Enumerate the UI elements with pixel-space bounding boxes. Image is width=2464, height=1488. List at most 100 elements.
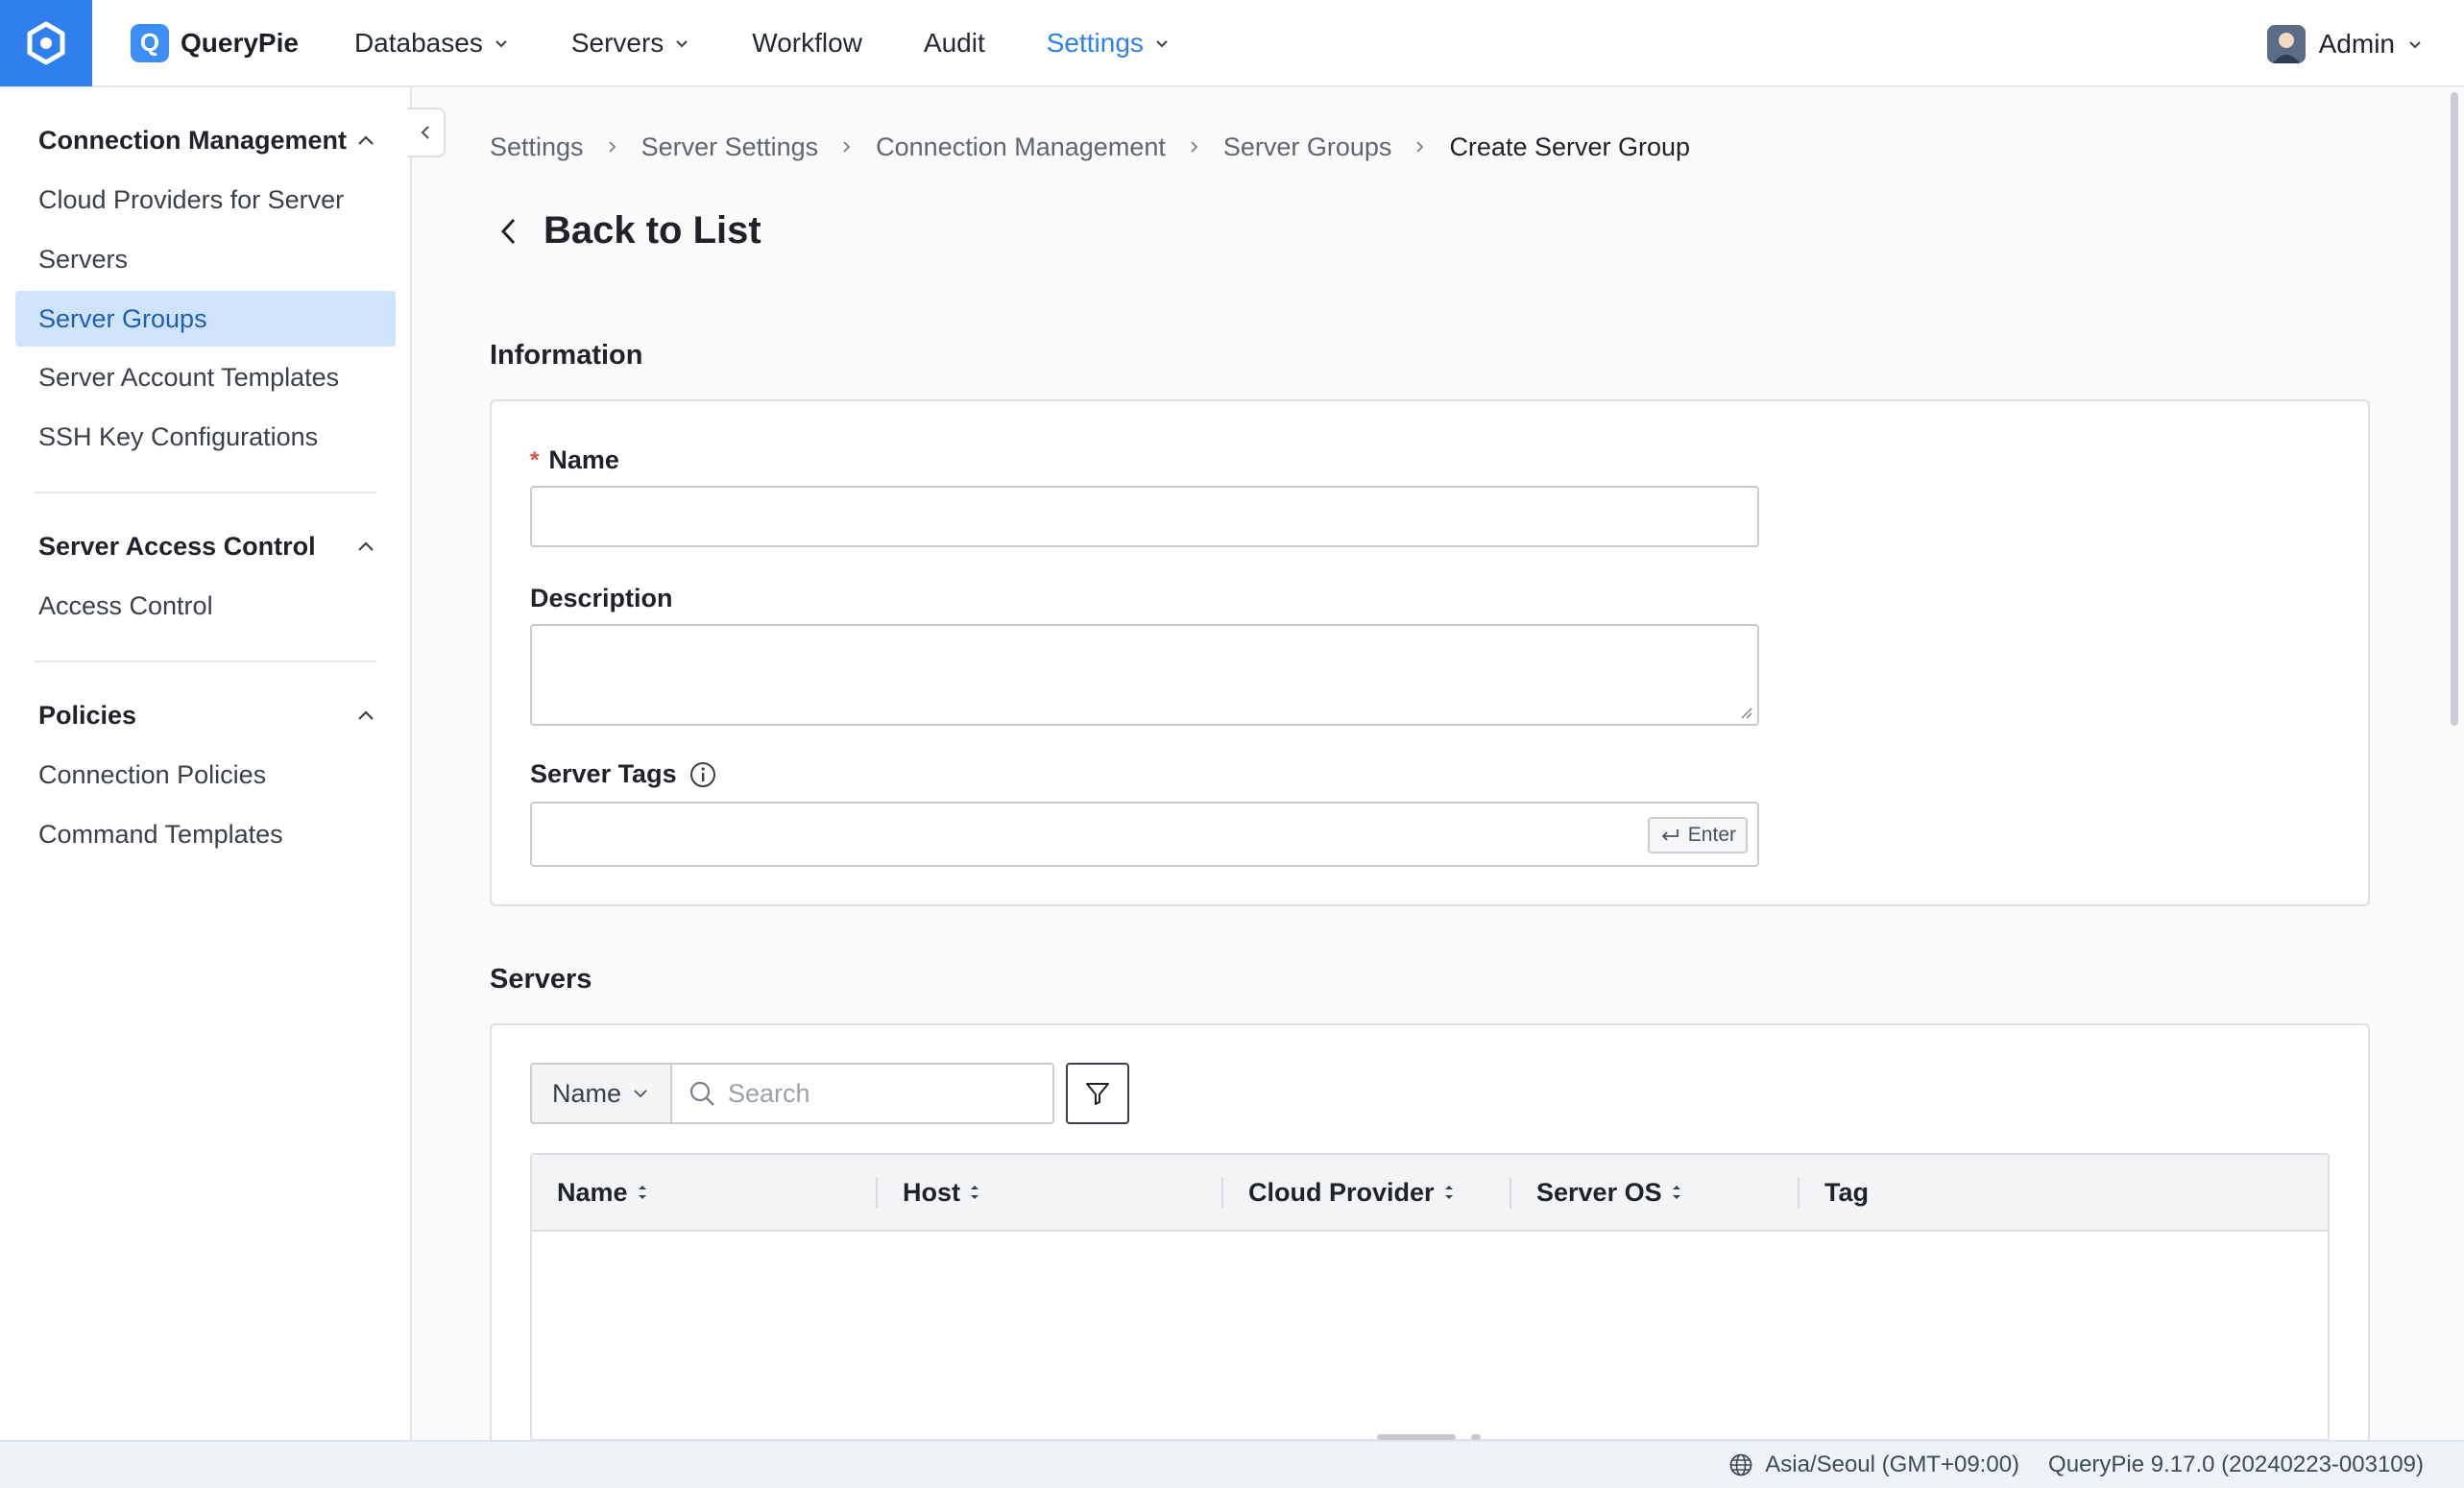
sidebar-section-server-access-control[interactable]: Server Access Control <box>38 532 376 562</box>
description-label: Description <box>530 584 673 612</box>
chevron-right-icon <box>605 139 620 155</box>
column-separator[interactable] <box>1510 1178 1511 1209</box>
column-label: Cloud Provider <box>1248 1177 1435 1207</box>
sidebar: Connection Management Cloud Providers fo… <box>0 87 412 1440</box>
enter-key-icon <box>1661 829 1679 841</box>
servers-section-title: Servers <box>490 964 592 995</box>
user-name: Admin <box>2318 28 2395 59</box>
servers-table: Name Host Cloud Provider Server OS Tag <box>530 1153 2330 1441</box>
brand-name: QueryPie <box>181 27 299 58</box>
sidebar-item-label: Server Groups <box>38 303 207 333</box>
querypie-logo-icon <box>27 21 65 64</box>
sidebar-section-policies[interactable]: Policies <box>38 701 376 731</box>
chevron-down-icon <box>2409 40 2421 48</box>
column-label: Name <box>557 1177 628 1207</box>
nav-audit[interactable]: Audit <box>924 28 985 59</box>
table-header: Name Host Cloud Provider Server OS Tag <box>532 1155 2328 1232</box>
nav-label: Databases <box>353 27 483 58</box>
sidebar-item-command-templates[interactable]: Command Templates <box>15 806 396 862</box>
sidebar-item-label: Command Templates <box>38 819 283 849</box>
main-nav: Databases Servers Workflow Audit Setting… <box>354 0 1232 86</box>
sidebar-item-label: Connection Policies <box>38 759 267 789</box>
version-text: QueryPie 9.17.0 (20240223-003109) <box>2048 1452 2424 1477</box>
chevron-right-icon <box>1413 139 1428 155</box>
sidebar-item-cloud-providers[interactable]: Cloud Providers for Server <box>15 172 396 228</box>
breadcrumb-current: Create Server Group <box>1449 132 1691 161</box>
resize-grip-icon[interactable] <box>1738 705 1753 720</box>
sidebar-item-label: Servers <box>38 244 129 274</box>
sidebar-item-server-account-templates[interactable]: Server Account Templates <box>15 349 396 405</box>
app-logo[interactable] <box>0 0 92 86</box>
chevron-down-icon <box>1156 39 1168 47</box>
nav-label: Settings <box>1046 27 1144 58</box>
chevron-left-icon <box>500 218 516 244</box>
sidebar-collapse-button[interactable] <box>407 108 446 157</box>
name-label-text: Name <box>548 445 619 474</box>
info-icon[interactable] <box>688 760 717 789</box>
column-header-host[interactable]: Host <box>903 1155 981 1230</box>
sidebar-section-connection-management[interactable]: Connection Management <box>38 126 376 156</box>
user-avatar-icon <box>2266 24 2306 63</box>
column-separator[interactable] <box>1798 1178 1800 1209</box>
avatar <box>2266 24 2306 63</box>
column-header-server-os[interactable]: Server OS <box>1536 1155 1683 1230</box>
breadcrumb-server-groups[interactable]: Server Groups <box>1223 132 1392 162</box>
sidebar-item-label: SSH Key Configurations <box>38 421 319 451</box>
back-label: Back to List <box>544 209 761 252</box>
breadcrumb-settings[interactable]: Settings <box>490 132 584 162</box>
chevron-up-icon <box>358 134 374 145</box>
nav-servers[interactable]: Servers <box>571 28 690 59</box>
sidebar-item-ssh-key-configurations[interactable]: SSH Key Configurations <box>15 409 396 465</box>
information-section-title: Information <box>490 340 643 371</box>
nav-databases[interactable]: Databases <box>354 28 510 59</box>
user-menu[interactable]: Admin <box>2266 0 2424 87</box>
sidebar-item-access-control[interactable]: Access Control <box>15 578 396 634</box>
name-label: * Name <box>530 445 619 475</box>
chevron-left-icon <box>421 126 429 139</box>
sidebar-item-label: Access Control <box>38 590 213 620</box>
enter-key-hint: Enter <box>1647 817 1748 853</box>
nav-settings[interactable]: Settings <box>1047 28 1171 59</box>
chevron-down-icon <box>495 39 507 47</box>
column-header-tag: Tag <box>1824 1155 1869 1230</box>
sidebar-item-connection-policies[interactable]: Connection Policies <box>15 747 396 803</box>
chevron-up-icon <box>358 709 374 720</box>
back-to-list-button[interactable]: Back to List <box>495 209 761 252</box>
sort-icon <box>638 1186 646 1199</box>
search-field-select-value: Name <box>551 1078 622 1108</box>
sidebar-item-servers[interactable]: Servers <box>15 231 396 287</box>
required-asterisk-icon: * <box>530 446 540 473</box>
search-input[interactable] <box>728 1078 1035 1109</box>
server-tags-input[interactable]: Enter <box>530 802 1759 867</box>
filter-icon <box>1086 1083 1109 1105</box>
chevron-down-icon <box>634 1090 647 1098</box>
name-input[interactable] <box>530 486 1759 547</box>
nav-workflow[interactable]: Workflow <box>752 28 862 59</box>
column-separator[interactable] <box>876 1178 878 1209</box>
filter-button[interactable] <box>1066 1063 1129 1124</box>
status-footer: Asia/Seoul (GMT+09:00) QueryPie 9.17.0 (… <box>0 1440 2464 1488</box>
search-box[interactable] <box>670 1063 1054 1124</box>
sidebar-item-server-groups[interactable]: Server Groups <box>15 291 396 347</box>
sidebar-item-label: Cloud Providers for Server <box>38 184 345 214</box>
description-textarea[interactable] <box>530 624 1759 726</box>
brand[interactable]: Q QueryPie <box>131 23 299 62</box>
breadcrumb: Settings Server Settings Connection Mana… <box>490 131 1690 163</box>
column-separator[interactable] <box>1221 1178 1223 1209</box>
column-header-name[interactable]: Name <box>557 1155 649 1230</box>
sort-icon <box>971 1186 978 1199</box>
page-scrollbar[interactable] <box>2451 92 2458 726</box>
timezone-selector[interactable]: Asia/Seoul (GMT+09:00) <box>1728 1452 2019 1478</box>
chevron-up-icon <box>358 540 374 551</box>
sort-icon <box>1672 1186 1680 1199</box>
chevron-down-icon <box>676 39 688 47</box>
breadcrumb-server-settings[interactable]: Server Settings <box>641 132 819 162</box>
column-header-cloud-provider[interactable]: Cloud Provider <box>1248 1155 1456 1230</box>
search-icon <box>689 1081 714 1106</box>
breadcrumb-connection-management[interactable]: Connection Management <box>876 132 1166 162</box>
search-field-select[interactable]: Name <box>530 1063 672 1124</box>
nav-label: Workflow <box>752 27 862 58</box>
section-title: Policies <box>38 701 137 730</box>
server-tags-label-text: Server Tags <box>530 759 677 788</box>
server-tags-label: Server Tags <box>530 759 717 789</box>
